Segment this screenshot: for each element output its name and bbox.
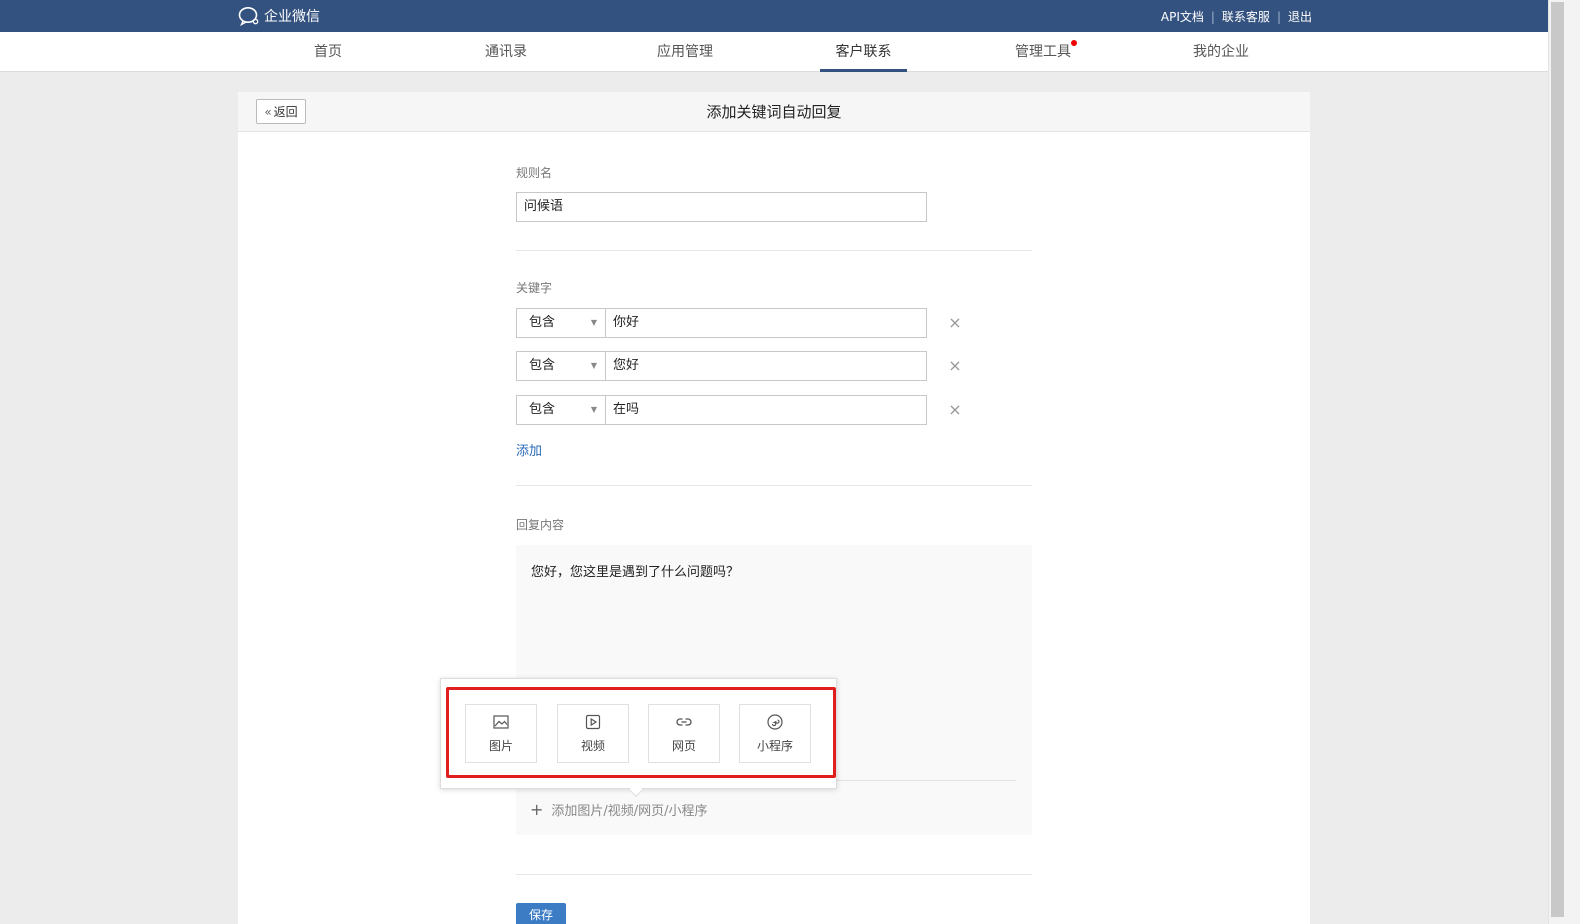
nav-item-contacts[interactable]: 通讯录 xyxy=(476,32,536,72)
keyword-input[interactable]: 在吗 xyxy=(605,395,927,425)
page-title: 添加关键词自动回复 xyxy=(706,103,842,121)
nav-item-home[interactable]: 首页 xyxy=(298,32,358,72)
link-separator: | xyxy=(1276,9,1281,24)
scrollbar-thumb[interactable] xyxy=(1551,2,1564,917)
brand-logo[interactable]: 企业微信 xyxy=(238,6,320,26)
brand-name: 企业微信 xyxy=(264,9,320,25)
keyword-match-value: 包含 xyxy=(529,315,556,330)
panel-header: 添加关键词自动回复 « 返回 xyxy=(238,92,1310,132)
back-button-label: 返回 xyxy=(273,105,298,119)
nav-item-app-management[interactable]: 应用管理 xyxy=(648,32,722,72)
save-button[interactable]: 保存 xyxy=(516,903,566,924)
wework-logo-icon xyxy=(238,7,259,26)
api-docs-link[interactable]: API文档 xyxy=(1161,8,1204,25)
keyword-match-value: 包含 xyxy=(529,402,556,417)
dropdown-arrow-icon: ▼ xyxy=(590,405,597,414)
nav-item-customer-contact[interactable]: 客户联系 xyxy=(820,32,907,72)
add-keyword-link[interactable]: 添加 xyxy=(516,440,542,459)
dropdown-arrow-icon: ▼ xyxy=(590,318,597,327)
plus-icon: + xyxy=(530,800,544,819)
remove-keyword-icon[interactable]: × xyxy=(948,358,962,374)
keyword-match-value: 包含 xyxy=(529,358,556,373)
add-attachment-button[interactable]: + 添加图片/视频/网页/小程序 xyxy=(530,800,708,819)
rule-name-label: 规则名 xyxy=(516,166,553,180)
keyword-match-select[interactable]: 包含 ▼ xyxy=(516,395,606,425)
link-separator: | xyxy=(1210,9,1215,24)
nav-item-management-tools[interactable]: 管理工具 xyxy=(1006,32,1080,72)
keyword-input[interactable]: 你好 xyxy=(605,308,927,338)
rule-name-input[interactable]: 问候语 xyxy=(516,192,927,222)
section-divider xyxy=(516,874,1032,875)
remove-keyword-icon[interactable]: × xyxy=(948,402,962,418)
top-bar: 企业微信 API文档 | 联系客服 | 退出 xyxy=(0,0,1548,32)
section-divider xyxy=(516,250,1032,251)
reply-text[interactable]: 您好，您这里是遇到了什么问题吗？ xyxy=(531,561,739,580)
main-nav: 首页 通讯录 应用管理 客户联系 管理工具 我的企业 xyxy=(0,32,1548,72)
double-chevron-left-icon: « xyxy=(264,104,272,119)
content-panel: 添加关键词自动回复 « 返回 规则名 问候语 关键字 包含 ▼ 你好 × 包含 … xyxy=(238,92,1310,924)
back-button[interactable]: « 返回 xyxy=(256,99,306,124)
remove-keyword-icon[interactable]: × xyxy=(948,315,962,331)
keyword-match-select[interactable]: 包含 ▼ xyxy=(516,308,606,338)
reply-content-label: 回复内容 xyxy=(516,518,565,532)
add-attachment-label: 添加图片/视频/网页/小程序 xyxy=(551,804,708,819)
dropdown-arrow-icon: ▼ xyxy=(590,361,597,370)
page-scrollbar[interactable] xyxy=(1548,0,1580,924)
nav-item-my-enterprise[interactable]: 我的企业 xyxy=(1184,32,1258,72)
top-links: API文档 | 联系客服 | 退出 xyxy=(1161,8,1312,25)
keyword-match-select[interactable]: 包含 ▼ xyxy=(516,351,606,381)
highlight-annotation-box xyxy=(446,687,836,778)
contact-support-link[interactable]: 联系客服 xyxy=(1222,8,1270,25)
keyword-input[interactable]: 您好 xyxy=(605,351,927,381)
section-divider xyxy=(516,485,1032,486)
logout-link[interactable]: 退出 xyxy=(1288,8,1312,25)
notification-dot xyxy=(1071,40,1077,46)
keywords-label: 关键字 xyxy=(516,281,553,295)
